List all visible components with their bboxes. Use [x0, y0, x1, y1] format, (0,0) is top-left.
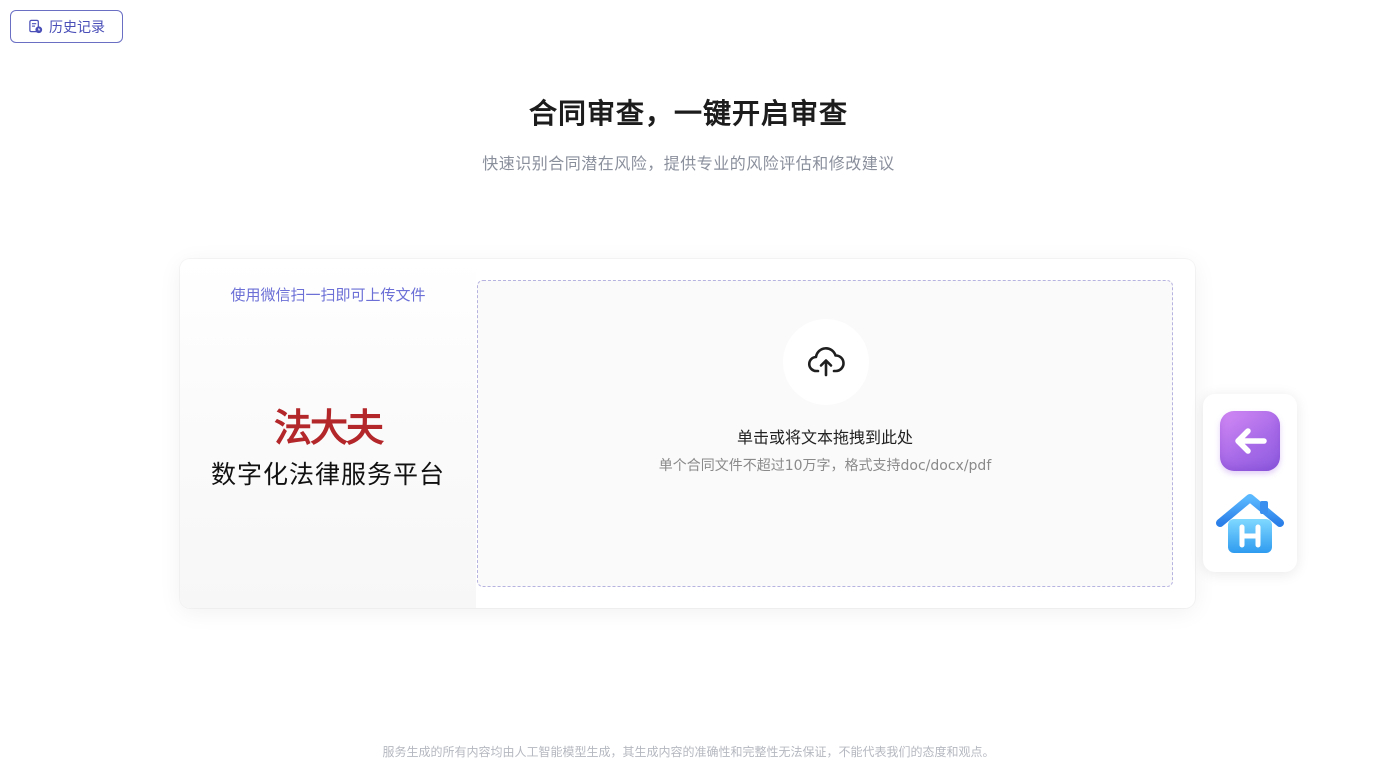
upload-card: 使用微信扫一扫即可上传文件 法大夫 数字化法律服务平台 单击或将文本拖拽到此处 …	[180, 259, 1195, 608]
drop-zone-subtitle: 单个合同文件不超过10万字，格式支持doc/docx/pdf	[658, 458, 992, 474]
home-icon	[1216, 494, 1284, 553]
arrow-left-icon	[1235, 428, 1267, 454]
drop-zone-title: 单击或将文本拖拽到此处	[736, 428, 913, 447]
history-button-label: 历史记录	[49, 18, 105, 35]
page-title: 合同审查，一键开启审查	[528, 97, 848, 130]
back-button[interactable]	[1220, 411, 1280, 471]
platform-name: 数字化法律服务平台	[210, 460, 445, 489]
home-button[interactable]	[1216, 493, 1284, 557]
page-subtitle: 快速识别合同潜在风险，提供专业的风险评估和修改建议	[482, 154, 895, 173]
footer-disclaimer: 服务生成的所有内容均由人工智能模型生成，其生成内容的准确性和完整性无法保证，不能…	[382, 745, 995, 759]
history-button[interactable]: 历史记录	[10, 10, 123, 43]
logo-text: 法大夫	[273, 405, 384, 450]
upload-icon-wrapper	[783, 319, 869, 405]
cloud-upload-icon	[807, 347, 845, 377]
file-drop-zone[interactable]: 单击或将文本拖拽到此处 单个合同文件不超过10万字，格式支持doc/docx/p…	[477, 280, 1173, 587]
qr-scan-hint: 使用微信扫一扫即可上传文件	[230, 286, 426, 304]
qr-panel: 使用微信扫一扫即可上传文件 法大夫 数字化法律服务平台	[180, 259, 476, 608]
history-doc-icon	[28, 19, 43, 34]
floating-nav	[1203, 394, 1297, 572]
logo: 法大夫	[180, 397, 476, 452]
